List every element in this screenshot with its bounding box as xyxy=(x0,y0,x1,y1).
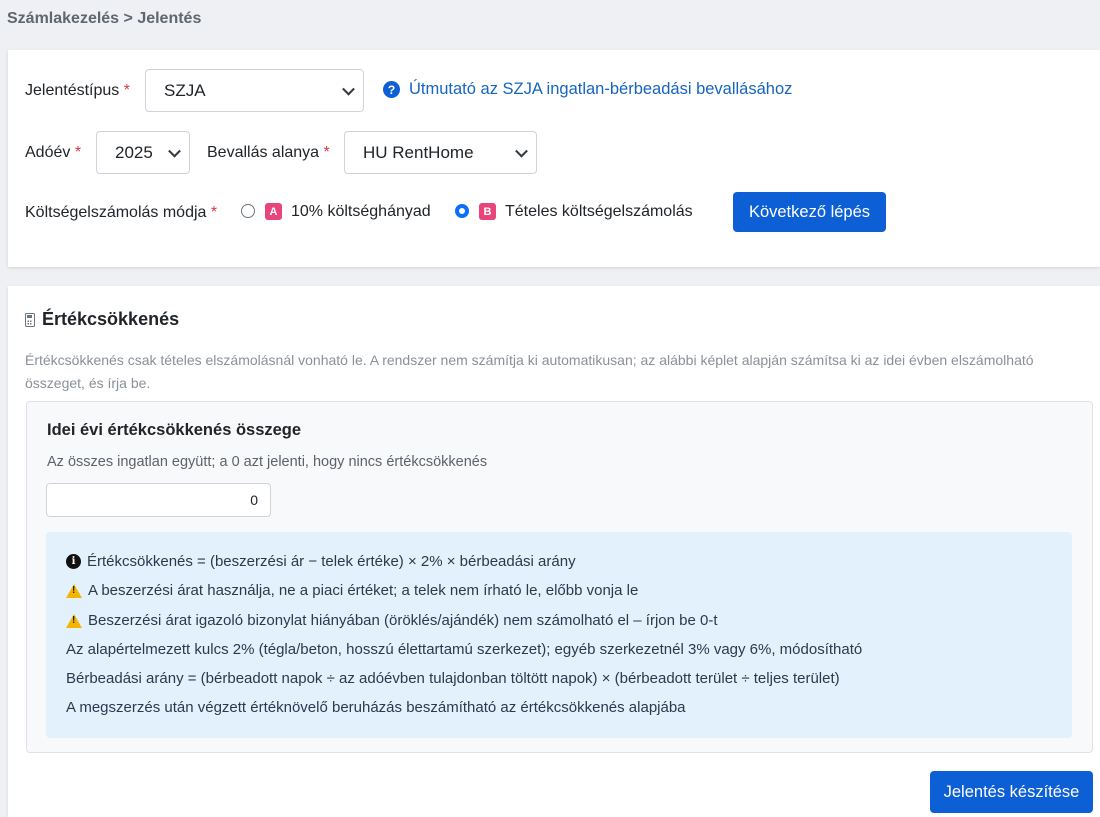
option-a-badge: A xyxy=(265,203,282,220)
info-icon: i xyxy=(66,554,81,569)
help-link-text: Útmutató az SZJA ingatlan-bérbeadási bev… xyxy=(409,80,793,98)
option-b-label[interactable]: Tételes költségelszámolás xyxy=(505,203,693,221)
info-line-text: Értékcsökkenés = (beszerzési ár − telek … xyxy=(87,553,576,570)
section-description: Értékcsökkenés csak tételes elszámolásná… xyxy=(25,352,1034,391)
required-mark: * xyxy=(123,82,130,99)
chevron-down-icon xyxy=(342,82,355,96)
generate-report-button[interactable]: Jelentés készítése xyxy=(930,771,1093,813)
subject-label: Bevallás alanya xyxy=(207,144,320,161)
depreciation-amount-input[interactable] xyxy=(46,483,271,517)
report-type-label-wrap: Jelentéstípus * xyxy=(25,82,130,100)
info-line: A megszerzés után végzett értéknövelő be… xyxy=(66,699,686,716)
section-title: Értékcsökkenés xyxy=(42,309,180,329)
report-type-label: Jelentéstípus xyxy=(25,82,120,99)
warning-icon xyxy=(66,583,82,598)
subject-select[interactable]: HU RentHome xyxy=(344,131,537,174)
info-line-text: Beszerzési árat igazoló bizonylat hiányá… xyxy=(88,612,718,629)
subject-value: HU RentHome xyxy=(363,142,474,162)
warning-icon xyxy=(66,613,82,628)
cost-method-label-wrap: Költségelszámolás módja * xyxy=(25,204,217,222)
tax-year-value: 2025 xyxy=(115,142,153,162)
report-type-select[interactable]: SZJA xyxy=(145,69,364,112)
required-mark: * xyxy=(323,144,330,161)
info-line: Bérbeadási arány = (bérbeadott napok ÷ a… xyxy=(66,670,840,687)
info-line-text: A megszerzés után végzett értéknövelő be… xyxy=(66,699,686,716)
calculator-icon xyxy=(25,313,35,327)
info-line: Az alapértelmezett kulcs 2% (tégla/beton… xyxy=(66,641,862,658)
tax-year-label-wrap: Adóév * xyxy=(25,144,81,162)
info-line-text: A beszerzési árat használja, ne a piaci … xyxy=(88,582,639,599)
info-line: Beszerzési árat igazoló bizonylat hiányá… xyxy=(66,612,718,629)
cost-method-radio-b[interactable] xyxy=(455,204,469,218)
tax-year-select[interactable]: 2025 xyxy=(96,131,190,174)
required-mark: * xyxy=(74,144,82,161)
field-title: Idei évi értékcsökkenés összege xyxy=(47,421,302,439)
cost-method-label: Költségelszámolás módja xyxy=(25,204,207,221)
info-line: i Értékcsökkenés = (beszerzési ár − tele… xyxy=(66,553,576,570)
required-mark: * xyxy=(210,204,218,221)
chevron-down-icon xyxy=(168,144,181,158)
report-type-value: SZJA xyxy=(164,80,206,100)
chevron-down-icon xyxy=(515,144,528,158)
option-b-badge: B xyxy=(479,203,496,220)
question-icon: ? xyxy=(383,81,400,98)
field-help-text: Az összes ingatlan együtt; a 0 azt jelen… xyxy=(47,454,488,470)
info-line-text: Az alapértelmezett kulcs 2% (tégla/beton… xyxy=(66,641,863,658)
subject-label-wrap: Bevallás alanya * xyxy=(207,144,330,162)
option-a-label[interactable]: 10% költséghányad xyxy=(291,203,431,221)
breadcrumb: Számlakezelés > Jelentés xyxy=(7,10,202,27)
next-step-button[interactable]: Következő lépés xyxy=(733,192,886,232)
help-link[interactable]: ? Útmutató az SZJA ingatlan-bérbeadási b… xyxy=(383,80,792,99)
cost-method-radio-a[interactable] xyxy=(241,204,255,218)
info-line-text: Bérbeadási arány = (bérbeadott napok ÷ a… xyxy=(66,670,840,687)
info-line: A beszerzési árat használja, ne a piaci … xyxy=(66,582,638,599)
tax-year-label: Adóév xyxy=(25,144,71,161)
